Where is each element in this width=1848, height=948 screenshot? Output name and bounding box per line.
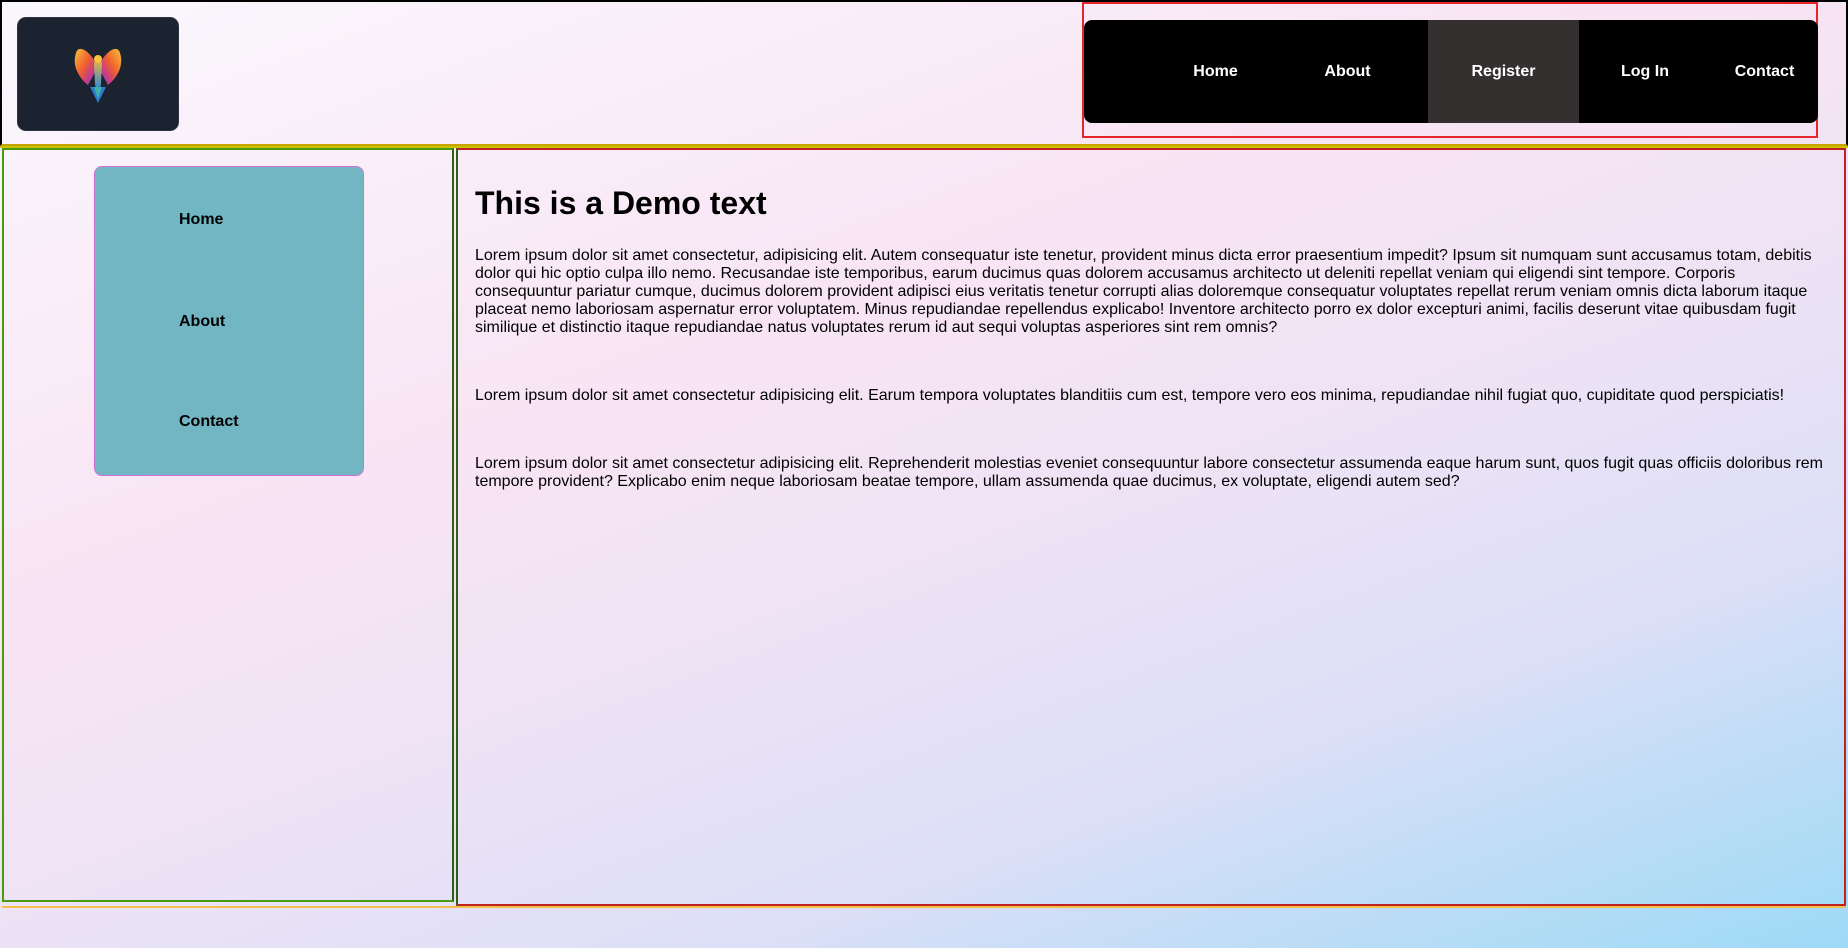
content-bottom-border	[2, 906, 1846, 908]
paragraph-3: Lorem ipsum dolor sit amet consectetur a…	[475, 455, 1823, 490]
paragraph-2: Lorem ipsum dolor sit amet consectetur a…	[475, 387, 1785, 404]
site-logo[interactable]	[18, 18, 178, 130]
page-title: This is a Demo text	[475, 185, 767, 221]
phoenix-logo-icon	[74, 48, 122, 103]
paragraph-1: Lorem ipsum dolor sit amet consectetur, …	[475, 247, 1812, 336]
sidebar-item-contact[interactable]: Contact	[179, 413, 239, 431]
top-nav-login-link[interactable]: Log In	[1579, 20, 1711, 123]
sidebar-menu: Home About Contact	[94, 166, 364, 476]
sidebar-item-about[interactable]: About	[179, 313, 225, 331]
top-nav-about-link[interactable]: About	[1267, 20, 1428, 123]
top-nav: Home About Register Log In Contact	[1084, 20, 1818, 123]
top-nav-home-link[interactable]: Home	[1164, 20, 1267, 123]
main-content: This is a Demo text Lorem ipsum dolor si…	[456, 148, 1846, 906]
top-nav-register-link[interactable]: Register	[1428, 20, 1579, 123]
top-nav-contact-link[interactable]: Contact	[1711, 20, 1818, 123]
sidebar-item-home[interactable]: Home	[179, 211, 223, 229]
